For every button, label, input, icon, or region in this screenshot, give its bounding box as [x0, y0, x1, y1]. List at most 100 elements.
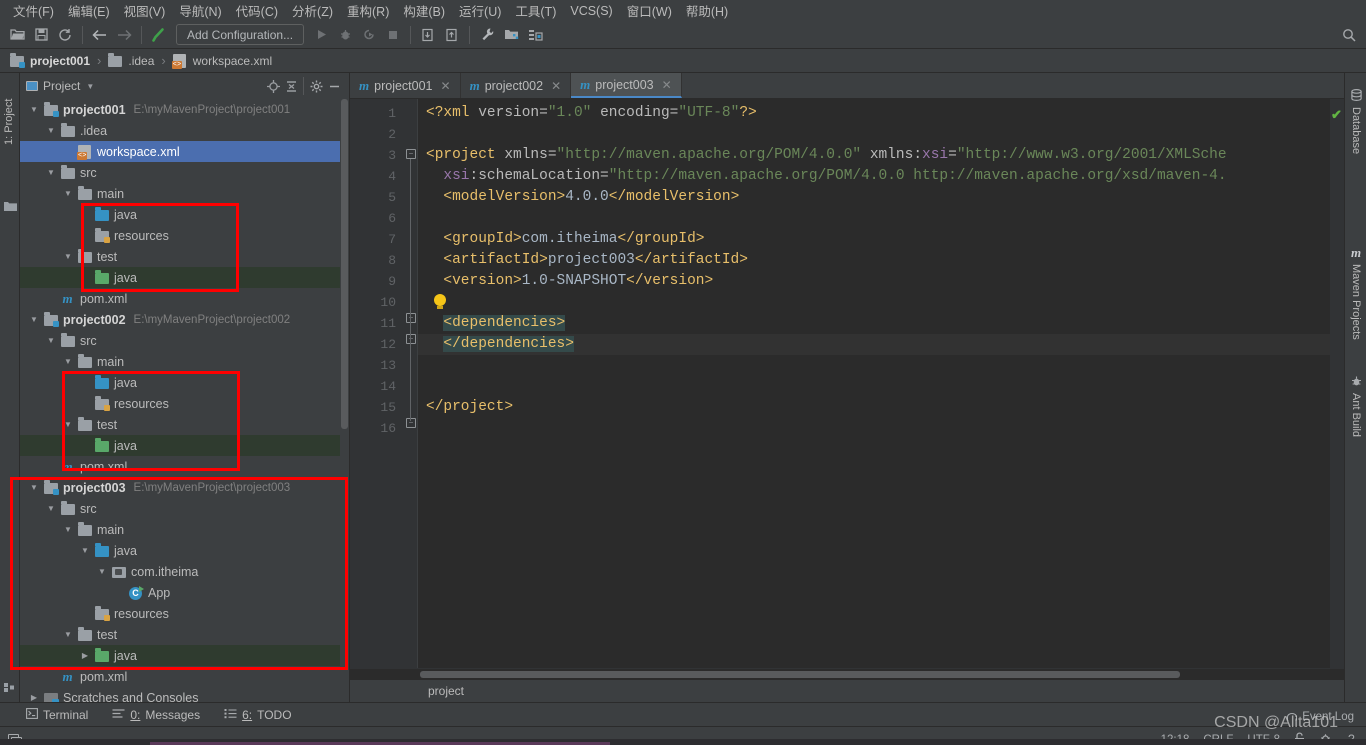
tree-node-scratches-and-consoles[interactable]: ▶ Scratches and Consoles — [20, 687, 349, 702]
menu-item-10[interactable]: VCS(S) — [563, 2, 619, 20]
menu-item-6[interactable]: 重构(R) — [340, 0, 396, 22]
build-hammer-icon[interactable] — [148, 24, 170, 46]
structure-icon[interactable] — [4, 682, 17, 696]
chevron-right-icon[interactable]: ▶ — [79, 651, 91, 660]
tree-node-java[interactable]: java — [20, 267, 349, 288]
fold-marker-line15[interactable]: − — [406, 418, 416, 428]
menu-item-7[interactable]: 构建(B) — [396, 0, 452, 22]
project-tree[interactable]: ▼ project001 E:\myMavenProject\project001 ▼… — [20, 99, 349, 702]
event-log-button[interactable]: Event Log — [1287, 711, 1354, 723]
code-line-1[interactable]: <?xml version="1.0" encoding="UTF-8"?> — [418, 103, 1330, 124]
bottom-tool-terminal[interactable]: Terminal — [26, 708, 88, 722]
chevron-down-icon[interactable]: ▼ — [62, 630, 74, 639]
tree-node-java[interactable]: ▼ java — [20, 540, 349, 561]
menu-item-12[interactable]: 帮助(H) — [679, 0, 735, 22]
debug-icon[interactable] — [334, 24, 356, 46]
menu-item-11[interactable]: 窗口(W) — [620, 0, 679, 22]
breadcrumb-item-project001[interactable]: project001 — [8, 53, 92, 68]
menu-item-8[interactable]: 运行(U) — [452, 0, 508, 22]
menu-item-3[interactable]: 导航(N) — [172, 0, 228, 22]
breadcrumb-item--idea[interactable]: .idea — [106, 53, 156, 68]
project-structure-icon[interactable] — [500, 24, 522, 46]
editor-marker-bar[interactable]: ✔ — [1330, 99, 1344, 668]
right-tool-ant-build[interactable]: Ant Build — [1345, 373, 1366, 437]
tree-node-test[interactable]: ▼ test — [20, 624, 349, 645]
close-icon[interactable]: ✕ — [662, 78, 672, 92]
chevron-down-icon[interactable]: ▼ — [62, 525, 74, 534]
fold-marker-line3[interactable]: − — [406, 149, 416, 159]
fold-marker-line11[interactable]: − — [406, 313, 416, 323]
scrollbar-thumb-horizontal[interactable] — [420, 671, 1180, 678]
editor-tab-project003[interactable]: m project003 ✕ — [571, 73, 682, 98]
tree-node--idea[interactable]: ▼ .idea — [20, 120, 349, 141]
inspection-ok-check-icon[interactable]: ✔ — [1331, 107, 1342, 123]
gear-icon[interactable] — [307, 77, 325, 95]
save-icon[interactable] — [30, 24, 52, 46]
wrench-settings-icon[interactable] — [476, 24, 498, 46]
chevron-down-icon[interactable]: ▼ — [28, 483, 40, 492]
right-tool-database[interactable]: Database — [1345, 87, 1366, 154]
tree-node-src[interactable]: ▼ src — [20, 162, 349, 183]
tree-node-project001[interactable]: ▼ project001 E:\myMavenProject\project001 — [20, 99, 349, 120]
tree-node-java[interactable]: java — [20, 435, 349, 456]
chevron-down-icon[interactable]: ▼ — [62, 189, 74, 198]
sidebar-item-project[interactable]: 1: Project — [3, 99, 15, 145]
lightbulb-icon[interactable] — [434, 294, 446, 309]
bottom-tool-messages[interactable]: 0: Messages — [112, 708, 200, 722]
sync-icon[interactable] — [54, 24, 76, 46]
right-tool-maven-projects[interactable]: m Maven Projects — [1345, 243, 1366, 340]
code-line-2[interactable] — [418, 124, 1330, 145]
chevron-down-icon[interactable]: ▼ — [28, 105, 40, 114]
tree-node-project002[interactable]: ▼ project002 E:\myMavenProject\project002 — [20, 309, 349, 330]
chevron-down-icon[interactable]: ▼ — [96, 567, 108, 576]
code-line-16[interactable] — [418, 418, 1330, 439]
tree-node-resources[interactable]: resources — [20, 603, 349, 624]
close-icon[interactable]: ✕ — [441, 79, 451, 93]
menu-item-4[interactable]: 代码(C) — [229, 0, 285, 22]
tree-node-main[interactable]: ▼ main — [20, 183, 349, 204]
tree-node-project003[interactable]: ▼ project003 E:\myMavenProject\project003 — [20, 477, 349, 498]
run-configuration-selector[interactable]: Add Configuration... — [176, 24, 305, 45]
chevron-down-icon[interactable]: ▼ — [45, 168, 57, 177]
code-editor[interactable]: <?xml version="1.0" encoding="UTF-8"?> <… — [418, 99, 1330, 668]
chevron-down-icon[interactable]: ▼ — [62, 357, 74, 366]
code-line-11[interactable]: <dependencies> — [418, 313, 1330, 334]
tree-node-java[interactable]: java — [20, 204, 349, 225]
chevron-right-icon[interactable]: ▶ — [28, 693, 40, 702]
chevron-down-icon[interactable]: ▼ — [28, 315, 40, 324]
code-line-13[interactable] — [418, 355, 1330, 376]
sdk-manager-icon[interactable] — [524, 24, 546, 46]
menu-item-0[interactable]: 文件(F) — [6, 0, 61, 22]
code-line-8[interactable]: <artifactId>project003</artifactId> — [418, 250, 1330, 271]
code-line-14[interactable] — [418, 376, 1330, 397]
chevron-down-icon[interactable]: ▼ — [45, 504, 57, 513]
editor-tab-project002[interactable]: m project002 ✕ — [460, 73, 572, 98]
breadcrumb-item-workspace-xml[interactable]: workspace.xml — [171, 53, 274, 69]
tree-node-main[interactable]: ▼ main — [20, 351, 349, 372]
chevron-down-icon[interactable]: ▼ — [62, 252, 74, 261]
bottom-tool-todo[interactable]: 6: TODO — [224, 708, 292, 722]
menu-item-9[interactable]: 工具(T) — [508, 0, 563, 22]
project-tree-scrollbar[interactable] — [340, 99, 349, 702]
code-line-15[interactable]: </project> — [418, 397, 1330, 418]
tree-node-pom-xml[interactable]: m pom.xml — [20, 456, 349, 477]
code-line-7[interactable]: <groupId>com.itheima</groupId> — [418, 229, 1330, 250]
chevron-down-icon[interactable]: ▼ — [86, 82, 94, 91]
editor-horizontal-scrollbar[interactable] — [350, 668, 1344, 679]
code-line-5[interactable]: <modelVersion>4.0.0</modelVersion> — [418, 187, 1330, 208]
editor-tab-project001[interactable]: m project001 ✕ — [350, 73, 461, 98]
code-line-9[interactable]: <version>1.0-SNAPSHOT</version> — [418, 271, 1330, 292]
tree-node-src[interactable]: ▼ src — [20, 498, 349, 519]
run-with-coverage-icon[interactable] — [358, 24, 380, 46]
tree-node-resources[interactable]: resources — [20, 225, 349, 246]
menu-item-2[interactable]: 视图(V) — [117, 0, 173, 22]
code-line-10[interactable] — [418, 292, 1330, 313]
code-line-4[interactable]: xsi:schemaLocation="http://maven.apache.… — [418, 166, 1330, 187]
commit-icon[interactable] — [441, 24, 463, 46]
tree-node-java[interactable]: ▶ java — [20, 645, 349, 666]
chevron-down-icon[interactable]: ▼ — [45, 336, 57, 345]
open-folder-icon[interactable] — [6, 24, 28, 46]
menu-item-1[interactable]: 编辑(E) — [61, 0, 117, 22]
code-line-6[interactable] — [418, 208, 1330, 229]
tree-node-app[interactable]: C App — [20, 582, 349, 603]
